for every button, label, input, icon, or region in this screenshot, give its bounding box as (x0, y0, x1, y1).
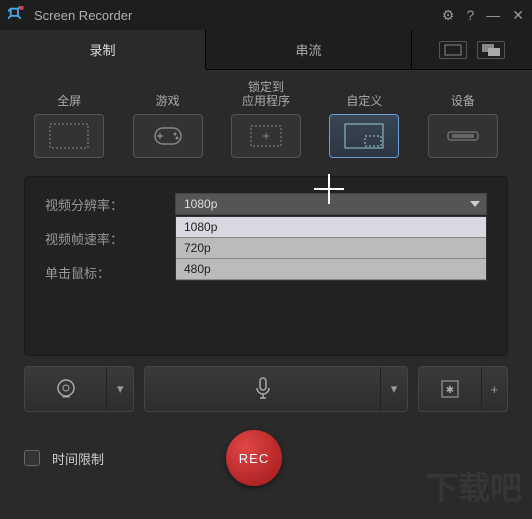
microphone-dropdown[interactable]: ▾ (381, 367, 407, 411)
tab-record[interactable]: 录制 (0, 30, 206, 70)
resolution-dropdown[interactable]: 1080p 1080p 720p 480p (175, 193, 487, 215)
resolution-dropdown-list: 1080p 720p 480p (175, 216, 487, 281)
microphone-button[interactable] (145, 367, 381, 411)
app-title: Screen Recorder (34, 8, 442, 23)
framerate-label: 视频帧速率： (45, 229, 175, 248)
tab-stream-label: 串流 (295, 40, 321, 59)
display-mode-2-button[interactable] (477, 41, 505, 59)
tab-right-controls (412, 30, 532, 69)
record-row: 时间限制 REC (24, 430, 508, 486)
close-icon[interactable]: ✕ (512, 7, 524, 24)
mode-fullscreen-label: 全屏 (57, 80, 81, 108)
resolution-value: 1080p (184, 197, 217, 211)
webcam-button[interactable] (25, 367, 107, 411)
resolution-option-720p[interactable]: 720p (176, 238, 486, 259)
mode-device[interactable] (428, 114, 498, 158)
app-icon (8, 6, 26, 24)
mode-selector: 全屏 游戏 锁定到 应用程序 自定义 设备 (0, 70, 532, 158)
webcam-dropdown[interactable]: ▾ (107, 367, 133, 411)
titlebar: Screen Recorder ⚙ ? — ✕ (0, 0, 532, 30)
mode-custom[interactable] (329, 114, 399, 158)
mode-fullscreen[interactable] (34, 114, 104, 158)
input-devices-bar: ▾ ▾ ✱ + (24, 366, 508, 412)
record-button[interactable]: REC (226, 430, 282, 486)
mode-lock-app[interactable] (231, 114, 301, 158)
minimize-icon[interactable]: — (486, 7, 500, 23)
mode-game-label: 游戏 (156, 80, 180, 108)
svg-text:✱: ✱ (446, 385, 454, 396)
click-label: 单击鼠标： (45, 263, 175, 282)
chevron-down-icon (470, 201, 480, 207)
display-mode-1-button[interactable] (439, 41, 467, 59)
mode-lock-app-label: 锁定到 应用程序 (242, 80, 290, 108)
main-tabs: 录制 串流 (0, 30, 532, 70)
time-limit-checkbox[interactable] (24, 450, 40, 466)
mode-device-label: 设备 (451, 80, 475, 108)
overlay-add[interactable]: + (482, 367, 507, 411)
tab-stream[interactable]: 串流 (206, 30, 412, 69)
mode-custom-label: 自定义 (346, 80, 382, 108)
time-limit-label: 时间限制 (52, 449, 104, 468)
settings-panel: 视频分辨率： 1080p 1080p 720p 480p 视频帧速率： 单击鼠标… (24, 176, 508, 356)
resolution-option-1080p[interactable]: 1080p (176, 217, 486, 238)
help-icon[interactable]: ? (466, 7, 474, 23)
overlay-button[interactable]: ✱ (419, 367, 482, 411)
resolution-label: 视频分辨率： (45, 195, 175, 214)
record-button-label: REC (239, 451, 269, 466)
tab-record-label: 录制 (89, 40, 115, 59)
settings-icon[interactable]: ⚙ (442, 7, 455, 24)
mode-game[interactable] (133, 114, 203, 158)
resolution-option-480p[interactable]: 480p (176, 259, 486, 280)
